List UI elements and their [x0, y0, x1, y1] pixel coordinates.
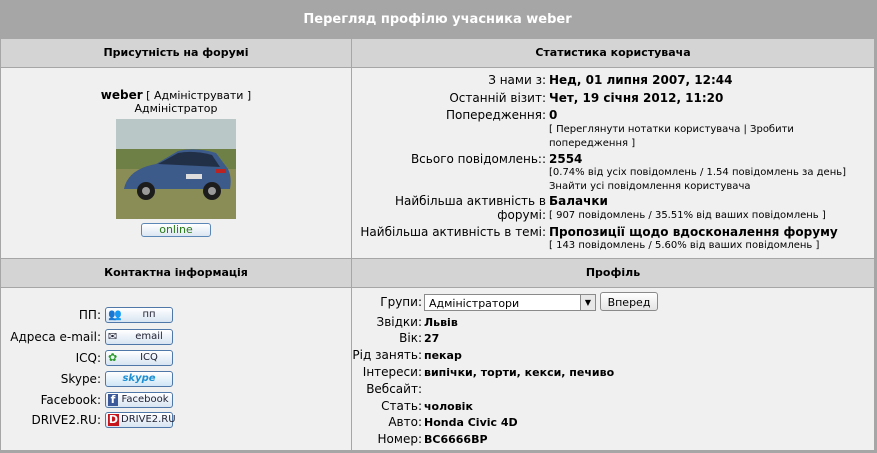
age-value: 27 [424, 332, 440, 345]
occupation-label: Рід занять: [352, 348, 422, 362]
car-label: Авто: [388, 415, 422, 429]
facebook-button[interactable]: f Facebook [105, 392, 173, 408]
chevron-down-icon: ▼ [580, 295, 595, 310]
username: weber [100, 88, 143, 102]
plate-value: BC6666BP [424, 433, 488, 446]
active-topic-link[interactable]: Пропозиції щодо вдосконалення форуму [549, 225, 838, 239]
pm-label: ПП: [78, 308, 101, 322]
drive2-logo-icon: D [108, 413, 119, 426]
active-forum-link[interactable]: Балачки [549, 194, 608, 208]
stats-panel: З нами з: Нед, 01 липня 2007, 12:44 Оста… [352, 68, 874, 258]
user-notes-link[interactable]: [ Переглянути нотатки користувача | Зроб… [549, 123, 794, 137]
contacts-header: Контактна інформація [1, 259, 351, 287]
go-button[interactable]: Вперед [600, 292, 658, 311]
skype-logo-icon: skype [122, 373, 156, 384]
last-visit-label: Останній візит: [449, 91, 546, 105]
icq-flower-icon: ✿ [108, 351, 118, 364]
from-value: Львів [424, 316, 458, 329]
skype-label: Skype: [60, 372, 101, 386]
envelope-icon: ✉ [108, 330, 118, 343]
interests-value: випічки, торти, кекси, печиво [424, 366, 615, 379]
facebook-label: Facebook: [40, 393, 101, 407]
from-label: Звідки: [376, 315, 423, 329]
users-icon: 👥 [108, 308, 122, 321]
posts-detail: [0.74% від усіх повідомлень / 1.54 повід… [549, 167, 847, 178]
icq-label: ICQ: [75, 351, 101, 365]
active-topic-label: Найбільша активність в темі: [360, 225, 546, 239]
website-label: Вебсайт: [366, 382, 422, 396]
user-rank: Адміністратор [134, 102, 218, 115]
page-title: Перегляд профілю учасника weber [1, 1, 874, 39]
email-button[interactable]: ✉ email [105, 329, 173, 345]
active-topic-detail: [ 143 повідомлень / 5.60% від ваших пові… [549, 240, 820, 251]
gender-value: чоловік [424, 400, 473, 413]
occupation-value: пекар [424, 349, 462, 362]
age-label: Вік: [399, 331, 422, 345]
warnings-label: Попередження: [445, 108, 546, 122]
icq-button[interactable]: ✿ ICQ [105, 350, 173, 366]
active-forum-detail: [ 907 повідомлень / 35.51% від ваших пов… [549, 210, 826, 221]
skype-button[interactable]: skype [105, 371, 173, 387]
car-value: Honda Civic 4D [424, 416, 518, 429]
find-posts-link[interactable]: Знайти усі повідомлення користувача [549, 180, 750, 194]
online-status-badge: online [141, 223, 211, 237]
joined-label: З нами з: [488, 73, 546, 87]
drive-label: DRIVE2.RU: [31, 413, 101, 427]
presence-panel: weber [ Адмініструвати ] Адміністратор o… [1, 68, 351, 258]
interests-label: Інтереси: [362, 365, 422, 379]
email-label: Адреса e-mail: [10, 330, 101, 344]
profile-header: Профіль [352, 259, 874, 287]
avatar [116, 119, 236, 219]
drive2-button[interactable]: D DRIVE2.RU [105, 412, 176, 428]
active-forum-label: Найбільша активність в форумі: [395, 194, 546, 222]
warnings-value: 0 [549, 108, 558, 122]
profile-panel: Групи: Адміністратори ▼ Вперед Звідки: Л… [352, 288, 874, 450]
stats-header: Статистика користувача [352, 39, 874, 67]
groups-label: Групи: [380, 295, 422, 309]
facebook-icon: f [108, 394, 118, 406]
plate-label: Номер: [377, 432, 422, 446]
posts-label: Всього повідомлень:: [410, 152, 546, 166]
joined-value: Нед, 01 липня 2007, 12:44 [549, 73, 733, 87]
presence-header: Присутність на форумі [1, 39, 351, 67]
admin-link[interactable]: [ Адмініструвати ] [146, 89, 251, 102]
contacts-panel: ПП: 👥 пп Адреса e-mail: ✉ email ICQ: ✿ ICQ … [1, 288, 351, 450]
gender-label: Стать: [381, 399, 422, 413]
warn-link[interactable]: попередження ] [549, 137, 635, 151]
posts-value: 2554 [549, 152, 583, 166]
last-visit-value: Чет, 19 січня 2012, 11:20 [549, 91, 724, 105]
pm-button[interactable]: 👥 пп [105, 307, 173, 323]
groups-select[interactable]: Адміністратори ▼ [424, 294, 596, 311]
